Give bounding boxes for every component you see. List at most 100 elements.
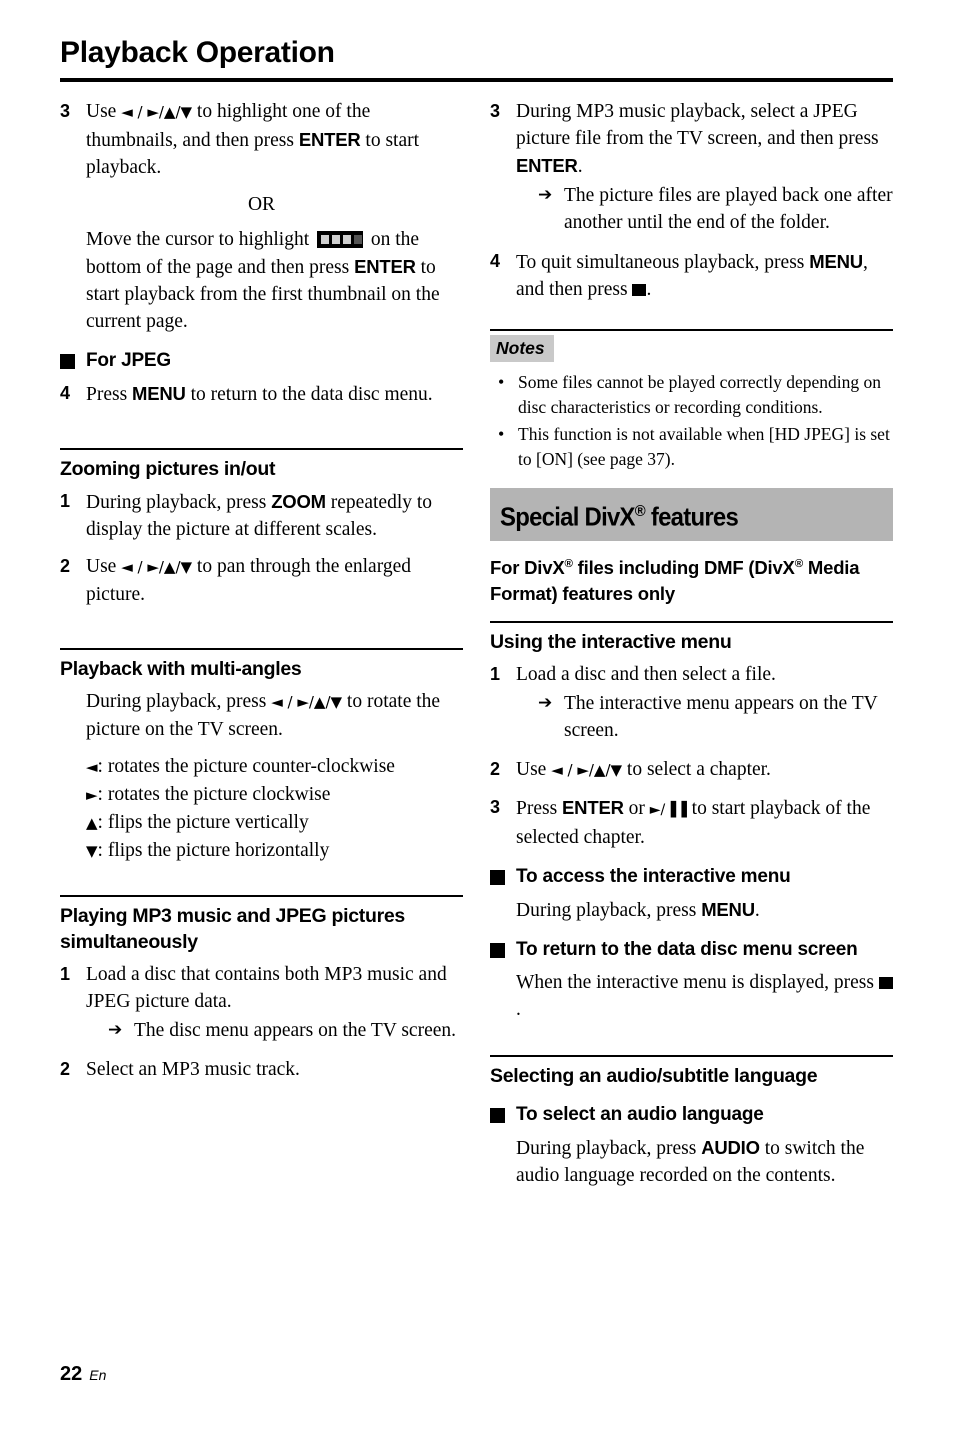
mp3-step-1: 1 Load a disc that contains both MP3 mus… [60,961,463,1046]
legend-desc: : flips the picture vertically [97,812,309,833]
step-number: 2 [60,1059,71,1079]
step-result: ➔ The interactive menu appears on the TV… [538,690,893,744]
interactive-step-3: 3 Press ENTER or ►/▐▐ to start playback … [490,794,893,851]
key-menu-label: MENU [701,898,755,920]
step-text-lead: Press [86,384,133,405]
page-title: Playback Operation [60,36,335,69]
manual-page: Playback Operation 3 Use ◄ / ►/▲/▼ to hi… [0,0,954,1430]
legend-item: ▲: flips the picture vertically [86,809,463,837]
mp3-step-3: 3 During MP3 music playback, select a JP… [490,98,893,238]
arrow-down-icon: ▼ [86,842,98,860]
angle-key-legend: ◄: rotates the picture counter-clockwise… [86,753,463,865]
play-pause-icon: ►/▐▐ [649,801,687,818]
key-enter-label: ENTER [516,155,578,176]
select-audio-body: During playback, press AUDIO to switch t… [516,1134,893,1189]
mp3-step-4: 4 To quit simultaneous playback, press M… [490,248,893,303]
step-text-lead: To quit simultaneous playback, press [516,252,810,273]
step-number: 1 [60,964,71,984]
subtitle-pre: For DivX [490,556,565,578]
step-text: During MP3 music playback, select a JPEG… [516,98,893,238]
body-end: . [754,899,760,921]
step-text: Select an MP3 music track. [86,1059,300,1080]
step-text: Load a disc and then select a file. ➔ Th… [516,661,893,746]
step-text-body: Load a disc and then select a file. [516,663,776,685]
dpad-arrows-icon: ◄ / ►/▲/▼ [121,558,193,576]
subhead-label: To select an audio language [516,1103,764,1125]
result-arrow-icon: ➔ [108,1020,123,1040]
page-number: 22 [60,1363,83,1385]
legend-desc: : rotates the picture counter-clockwise [97,756,395,777]
language-code: En [89,1367,107,1383]
zoom-step-2: 2 Use ◄ / ►/▲/▼ to pan through the enlar… [60,553,463,608]
step-text: Use ◄ / ►/▲/▼ to pan through the enlarge… [86,553,463,608]
result-text: The interactive menu appears on the TV s… [564,692,878,741]
return-menu-body: When the interactive menu is displayed, … [516,969,893,1023]
legend-item: ◄: rotates the picture counter-clockwise [86,753,463,781]
section-rule [60,895,463,897]
key-enter-label: ENTER [562,796,624,818]
step-result: ➔ The picture files are played back one … [538,182,893,236]
subhead-label: For JPEG [86,350,171,371]
intro-lead: During playback, press [86,691,272,712]
step-text-lead: Press [516,797,563,819]
bullet-dot-icon: • [498,424,505,444]
step-number: 3 [60,101,71,121]
step-text: Press MENU to return to the data disc me… [86,380,463,408]
right-column: 3 During MP3 music playback, select a JP… [490,98,893,1199]
section-rule [490,1054,893,1057]
interactive-step-2: 2 Use ◄ / ►/▲/▼ to select a chapter. [490,756,893,784]
step-text-end: to select a chapter. [622,758,771,780]
step-number: 2 [490,758,501,779]
or-separator: OR [247,194,276,215]
legend-item: ▼: flips the picture horizontally [86,837,463,865]
dpad-arrows-icon: ◄ / ►/▲/▼ [121,103,193,121]
step-text: Press ENTER or ►/▐▐ to start playback of… [516,794,893,851]
step-text: During playback, press ZOOM repeatedly t… [86,488,463,543]
step-text-body: Load a disc that contains both MP3 music… [86,964,447,1012]
divx-subtitle: For DivX® files including DMF (DivX® Med… [490,551,893,607]
subhead-select-audio-language: To select an audio language [490,1101,893,1128]
step-text-lead: Use [86,556,122,577]
result-arrow-icon: ➔ [538,185,553,205]
step-text-end: . [646,279,652,300]
step-number: 1 [490,663,501,684]
stop-button-icon [632,284,647,296]
section-rule [60,648,463,650]
subhead-return-data-disc-menu: To return to the data disc menu screen [490,936,893,963]
legend-item: ►: rotates the picture clockwise [86,781,463,809]
section-heading-multi-angles: Playback with multi-angles [60,658,302,680]
subtitle-mid: files including DMF (DivX [572,556,795,578]
square-bullet-icon [60,354,75,369]
step-3-thumbnails: 3 Use ◄ / ►/▲/▼ to highlight one of the … [60,98,463,181]
mp3-step-2: 2 Select an MP3 music track. [60,1056,463,1083]
result-text: The disc menu appears on the TV screen. [134,1020,457,1041]
step-text: Use ◄ / ►/▲/▼ to select a chapter. [516,756,893,784]
registered-mark-icon: ® [794,557,803,570]
left-column: 3 Use ◄ / ►/▲/▼ to highlight one of the … [60,98,463,1093]
subhead-for-jpeg: For JPEG [60,347,463,374]
step-number: 2 [60,556,71,576]
body-lead: During playback, press [516,1137,702,1159]
stop-button-icon [878,976,893,989]
registered-mark-icon: ® [634,502,646,520]
subhead-label: To return to the data disc menu screen [516,938,858,960]
section-rule [490,620,893,623]
square-bullet-icon [490,942,505,958]
section-heading-zooming: Zooming pictures in/out [60,458,276,480]
step-text-end: . [577,156,583,177]
step-text: Use ◄ / ►/▲/▼ to highlight one of the th… [86,98,463,181]
note-text: This function is not available when [HD … [518,424,890,469]
result-text: The picture files are played back one af… [564,185,893,233]
step-text-mid: or [623,797,650,819]
note-text: Some files cannot be played correctly de… [518,372,882,417]
step-number: 4 [60,383,71,403]
step-number: 1 [60,491,71,511]
multi-angles-intro: During playback, press ◄ / ►/▲/▼ to rota… [86,688,463,743]
section-banner-divx: Special DivX® features [490,488,893,541]
step-text-lead: Use [86,101,122,122]
notes-label: Notes [490,335,554,362]
subhead-label: To access the interactive menu [516,865,791,887]
dpad-arrows-icon: ◄ / ►/▲/▼ [551,760,623,779]
body-end: . [516,998,521,1020]
bullet-dot-icon: • [498,372,505,392]
